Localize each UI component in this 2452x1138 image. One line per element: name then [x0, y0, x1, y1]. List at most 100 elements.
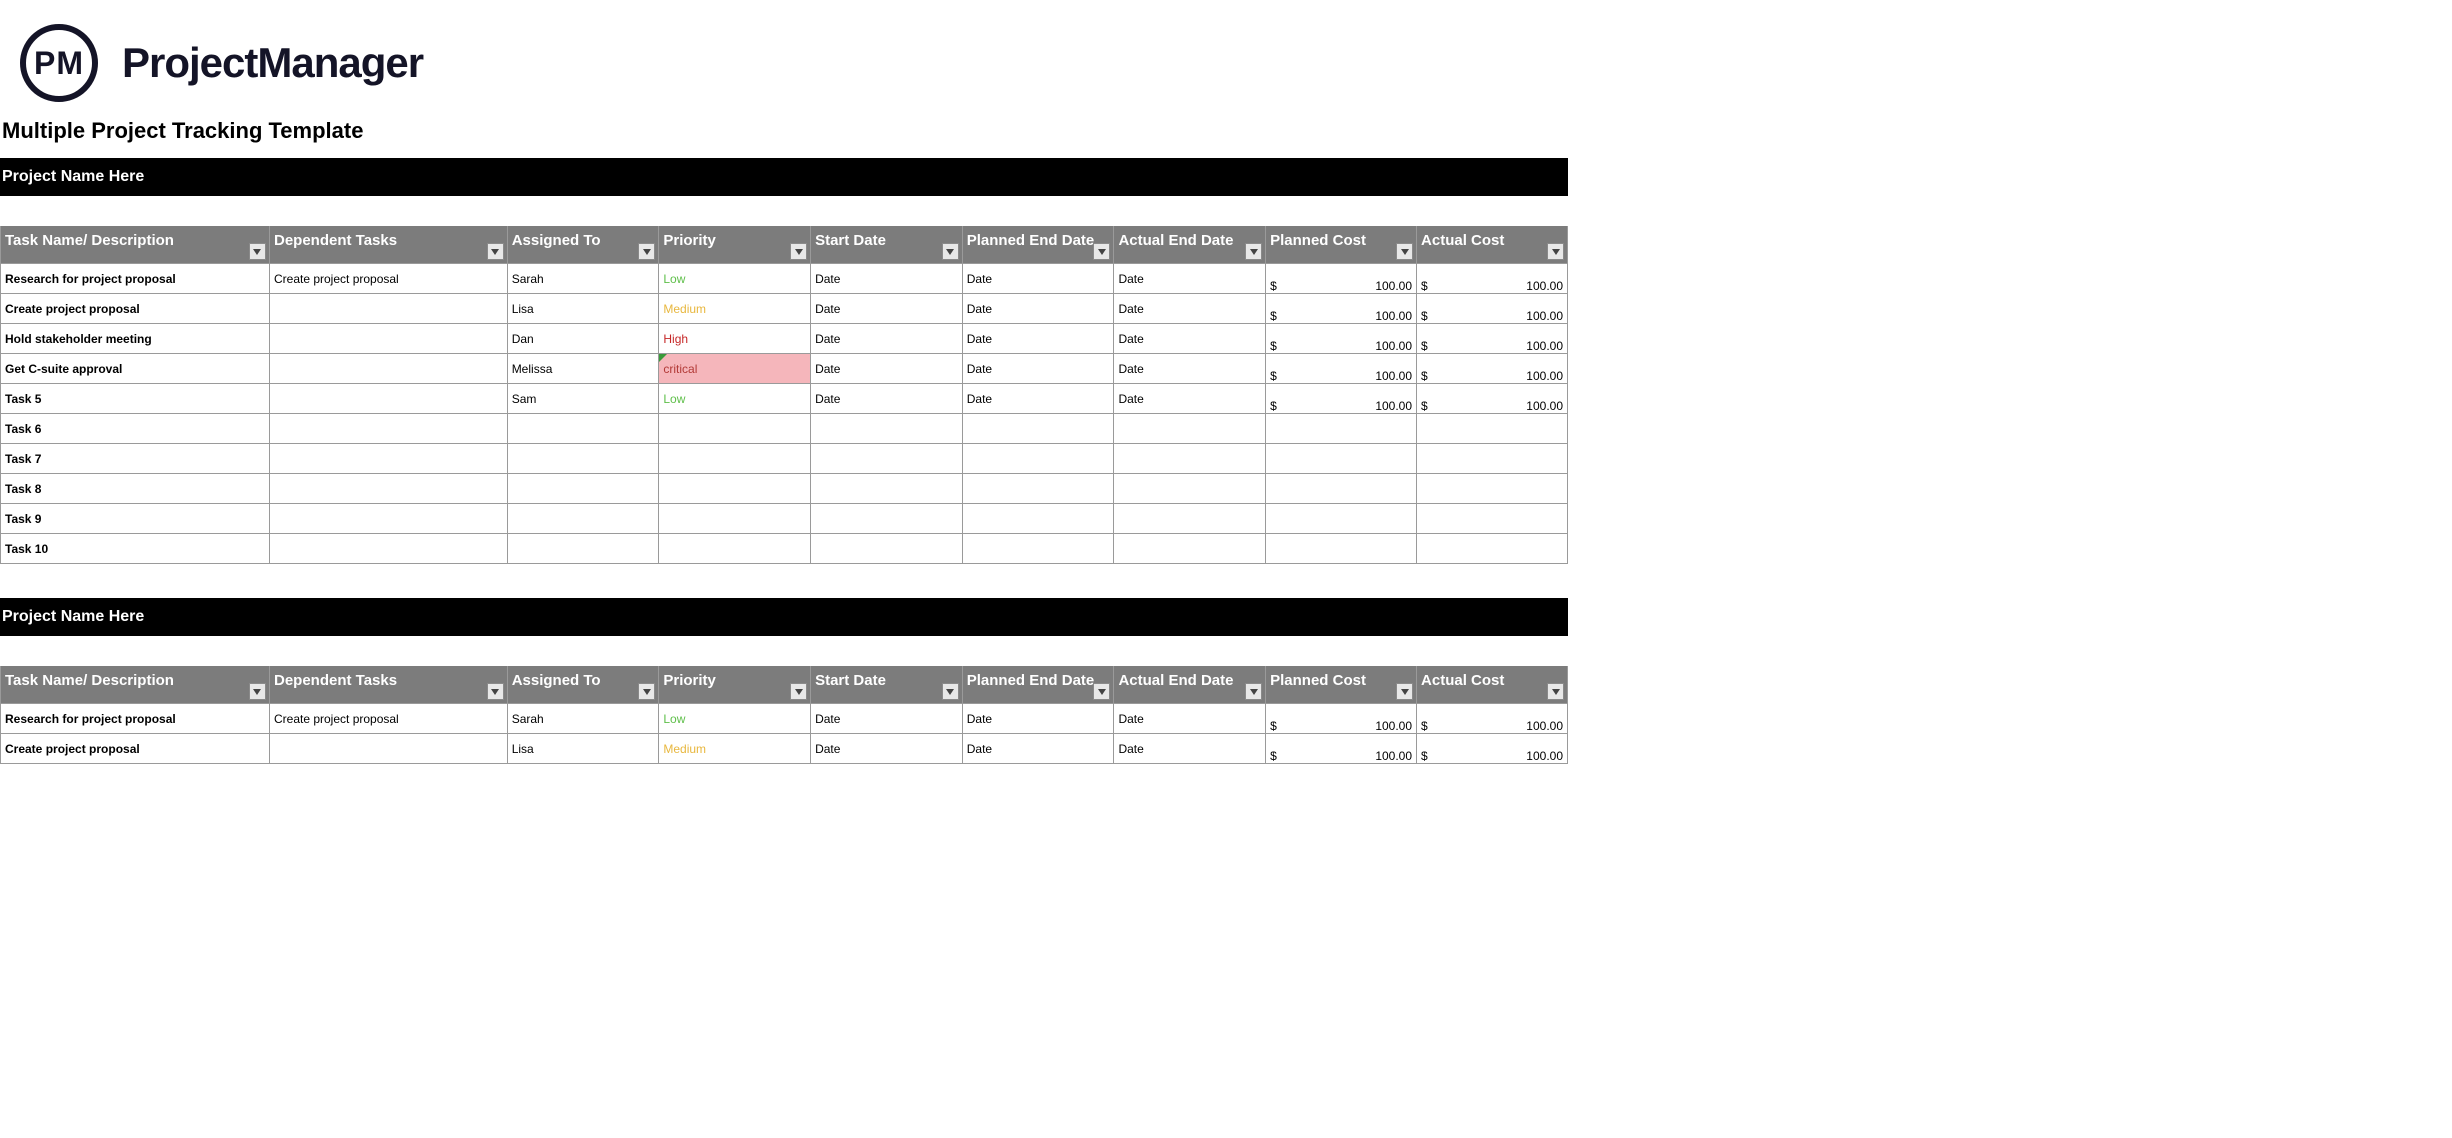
filter-dropdown-icon[interactable]	[1547, 243, 1564, 260]
cell-asg[interactable]: Sarah	[507, 704, 659, 734]
col-header-asg[interactable]: Assigned To	[507, 226, 659, 264]
cell-ped[interactable]: Date	[962, 734, 1114, 764]
cell-pc[interactable]: $100.00	[1266, 354, 1417, 384]
cell-aed[interactable]: Date	[1114, 354, 1266, 384]
filter-dropdown-icon[interactable]	[1245, 683, 1262, 700]
cell-task[interactable]: Hold stakeholder meeting	[1, 324, 270, 354]
cell-sdt[interactable]	[811, 534, 963, 564]
col-header-task[interactable]: Task Name/ Description	[1, 226, 270, 264]
cell-aed[interactable]	[1114, 504, 1266, 534]
cell-dep[interactable]	[269, 534, 507, 564]
cell-sdt[interactable]	[811, 444, 963, 474]
col-header-aed[interactable]: Actual End Date	[1114, 666, 1266, 704]
cell-ac[interactable]	[1417, 474, 1568, 504]
filter-dropdown-icon[interactable]	[638, 683, 655, 700]
cell-asg[interactable]: Sarah	[507, 264, 659, 294]
cell-task[interactable]: Task 7	[1, 444, 270, 474]
cell-ac[interactable]: $100.00	[1417, 354, 1568, 384]
filter-dropdown-icon[interactable]	[1396, 243, 1413, 260]
cell-task[interactable]: Task 9	[1, 504, 270, 534]
cell-dep[interactable]	[269, 444, 507, 474]
cell-task[interactable]: Create project proposal	[1, 294, 270, 324]
cell-pc[interactable]: $100.00	[1266, 264, 1417, 294]
cell-dep[interactable]: Create project proposal	[269, 264, 507, 294]
cell-sdt[interactable]: Date	[811, 264, 963, 294]
cell-ped[interactable]: Date	[962, 324, 1114, 354]
cell-aed[interactable]: Date	[1114, 324, 1266, 354]
cell-pc[interactable]	[1266, 504, 1417, 534]
filter-dropdown-icon[interactable]	[249, 683, 266, 700]
filter-dropdown-icon[interactable]	[487, 243, 504, 260]
cell-ac[interactable]	[1417, 504, 1568, 534]
cell-ped[interactable]: Date	[962, 354, 1114, 384]
cell-ac[interactable]	[1417, 414, 1568, 444]
cell-asg[interactable]	[507, 504, 659, 534]
cell-dep[interactable]	[269, 414, 507, 444]
cell-aed[interactable]: Date	[1114, 294, 1266, 324]
filter-dropdown-icon[interactable]	[790, 683, 807, 700]
cell-pc[interactable]	[1266, 534, 1417, 564]
cell-pc[interactable]: $100.00	[1266, 294, 1417, 324]
cell-task[interactable]: Create project proposal	[1, 734, 270, 764]
cell-pri[interactable]: High	[659, 324, 811, 354]
col-header-sdt[interactable]: Start Date	[811, 226, 963, 264]
filter-dropdown-icon[interactable]	[1396, 683, 1413, 700]
cell-pri[interactable]	[659, 504, 811, 534]
cell-task[interactable]: Task 10	[1, 534, 270, 564]
cell-ac[interactable]: $100.00	[1417, 734, 1568, 764]
col-header-dep[interactable]: Dependent Tasks	[269, 666, 507, 704]
cell-ac[interactable]	[1417, 534, 1568, 564]
cell-ped[interactable]	[962, 414, 1114, 444]
cell-dep[interactable]: Create project proposal	[269, 704, 507, 734]
cell-sdt[interactable]	[811, 504, 963, 534]
cell-asg[interactable]: Lisa	[507, 734, 659, 764]
filter-dropdown-icon[interactable]	[1093, 683, 1110, 700]
cell-ped[interactable]	[962, 504, 1114, 534]
filter-dropdown-icon[interactable]	[249, 243, 266, 260]
col-header-aed[interactable]: Actual End Date	[1114, 226, 1266, 264]
cell-pc[interactable]: $100.00	[1266, 384, 1417, 414]
cell-pri[interactable]: critical	[659, 354, 811, 384]
cell-dep[interactable]	[269, 354, 507, 384]
cell-aed[interactable]: Date	[1114, 704, 1266, 734]
cell-pri[interactable]	[659, 534, 811, 564]
cell-pri[interactable]: Medium	[659, 294, 811, 324]
cell-aed[interactable]: Date	[1114, 264, 1266, 294]
col-header-ped[interactable]: Planned End Date	[962, 226, 1114, 264]
col-header-ped[interactable]: Planned End Date	[962, 666, 1114, 704]
col-header-pri[interactable]: Priority	[659, 666, 811, 704]
cell-task[interactable]: Get C-suite approval	[1, 354, 270, 384]
cell-asg[interactable]: Lisa	[507, 294, 659, 324]
cell-ped[interactable]: Date	[962, 384, 1114, 414]
cell-sdt[interactable]: Date	[811, 354, 963, 384]
cell-dep[interactable]	[269, 504, 507, 534]
cell-asg[interactable]	[507, 474, 659, 504]
filter-dropdown-icon[interactable]	[1547, 683, 1564, 700]
cell-aed[interactable]: Date	[1114, 384, 1266, 414]
cell-aed[interactable]: Date	[1114, 734, 1266, 764]
cell-ped[interactable]: Date	[962, 704, 1114, 734]
cell-pc[interactable]: $100.00	[1266, 734, 1417, 764]
filter-dropdown-icon[interactable]	[1245, 243, 1262, 260]
col-header-ac[interactable]: Actual Cost	[1417, 226, 1568, 264]
cell-ac[interactable]: $100.00	[1417, 294, 1568, 324]
col-header-asg[interactable]: Assigned To	[507, 666, 659, 704]
cell-asg[interactable]: Dan	[507, 324, 659, 354]
cell-dep[interactable]	[269, 474, 507, 504]
cell-ac[interactable]: $100.00	[1417, 324, 1568, 354]
cell-sdt[interactable]: Date	[811, 324, 963, 354]
cell-ac[interactable]: $100.00	[1417, 384, 1568, 414]
col-header-pc[interactable]: Planned Cost	[1266, 666, 1417, 704]
cell-sdt[interactable]	[811, 414, 963, 444]
cell-pri[interactable]	[659, 474, 811, 504]
cell-ped[interactable]: Date	[962, 264, 1114, 294]
cell-task[interactable]: Research for project proposal	[1, 704, 270, 734]
cell-sdt[interactable]: Date	[811, 704, 963, 734]
col-header-dep[interactable]: Dependent Tasks	[269, 226, 507, 264]
col-header-pc[interactable]: Planned Cost	[1266, 226, 1417, 264]
cell-task[interactable]: Research for project proposal	[1, 264, 270, 294]
cell-ped[interactable]: Date	[962, 294, 1114, 324]
cell-pc[interactable]	[1266, 474, 1417, 504]
cell-aed[interactable]	[1114, 474, 1266, 504]
cell-sdt[interactable]: Date	[811, 294, 963, 324]
